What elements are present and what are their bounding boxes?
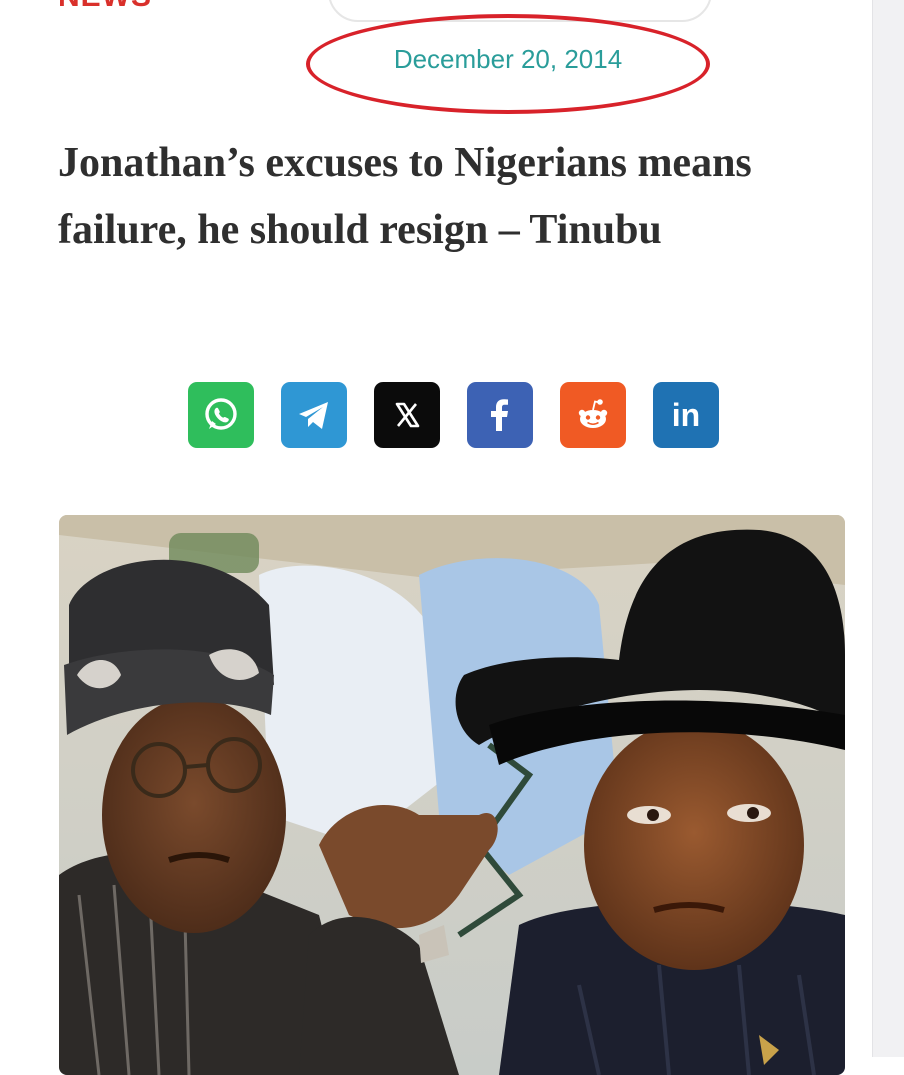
facebook-icon bbox=[491, 399, 508, 431]
page-scroll-gutter bbox=[872, 0, 904, 1057]
share-facebook-button[interactable] bbox=[467, 382, 533, 448]
share-telegram-button[interactable] bbox=[281, 382, 347, 448]
reddit-icon bbox=[578, 399, 608, 428]
category-label[interactable]: NEWS bbox=[58, 0, 152, 14]
article-featured-image bbox=[59, 515, 845, 1075]
article-headline: Jonathan’s excuses to Nigerians means fa… bbox=[58, 140, 752, 253]
share-reddit-button[interactable] bbox=[560, 382, 626, 448]
whatsapp-icon bbox=[205, 398, 237, 430]
share-whatsapp-button[interactable] bbox=[188, 382, 254, 448]
date-highlight: December 20, 2014 bbox=[306, 14, 710, 114]
share-linkedin-button[interactable]: in bbox=[653, 382, 719, 448]
share-x-button[interactable] bbox=[374, 382, 440, 448]
share-bar: in bbox=[188, 382, 719, 448]
telegram-icon bbox=[299, 402, 328, 429]
publish-date: December 20, 2014 bbox=[393, 44, 623, 74]
linkedin-icon: in bbox=[672, 397, 700, 433]
x-icon bbox=[395, 402, 420, 428]
svg-text:in: in bbox=[672, 397, 700, 433]
